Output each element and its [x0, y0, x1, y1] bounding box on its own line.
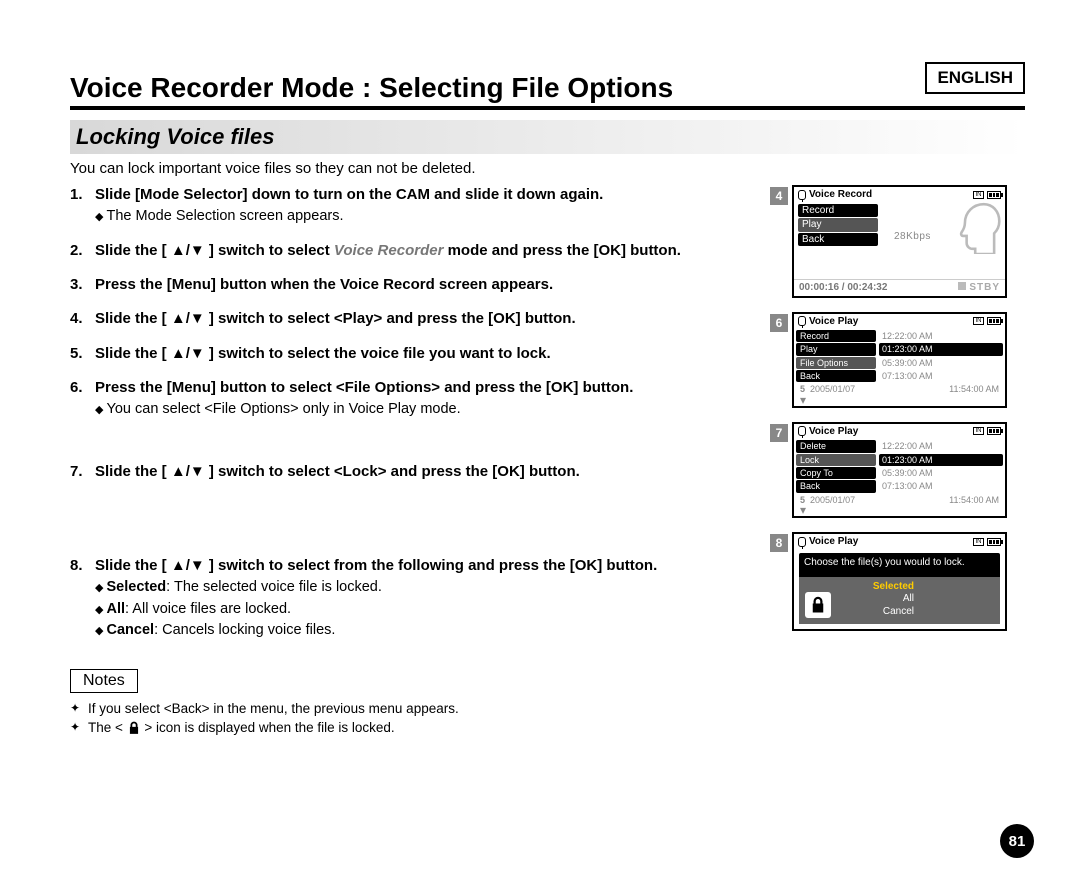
list-item[interactable]: 12:22:00 AM — [879, 330, 1003, 342]
note-1: If you select <Back> in the menu, the pr… — [70, 701, 752, 716]
step-1: Slide [Mode Selector] down to turn on th… — [70, 185, 752, 227]
lock-icon — [127, 721, 141, 736]
device-screen-7: Voice Play IN Delete Lock Copy To Back — [792, 422, 1007, 518]
menu-record[interactable]: Record — [798, 204, 878, 218]
step-4: Slide the [ ▲/▼ ] switch to select <Play… — [70, 309, 752, 329]
list-item[interactable]: 07:13:00 AM — [879, 480, 1003, 492]
chevron-down-icon[interactable]: ▾ — [796, 396, 1003, 404]
device-screen-4: Voice Record IN Record Play Back 28Kbps … — [792, 185, 1007, 298]
step-7: Slide the [ ▲/▼ ] switch to select <Lock… — [70, 462, 752, 542]
battery-icon — [987, 317, 1001, 325]
step-badge-6: 6 — [770, 314, 788, 332]
screenshots-column: 4 Voice Record IN Record Play Back 28Kbp… — [770, 185, 1025, 740]
step-2: Slide the [ ▲/▼ ] switch to select Voice… — [70, 241, 752, 261]
mic-icon — [798, 190, 806, 200]
list-item[interactable]: 5 2005/01/0711:54:00 AM — [796, 383, 1003, 395]
step-3: Press the [Menu] button when the Voice R… — [70, 275, 752, 295]
list-item[interactable]: 07:13:00 AM — [879, 370, 1003, 382]
step-6: Press the [Menu] button to select <File … — [70, 378, 752, 448]
step-6-sub: You can select <File Options> only in Vo… — [95, 400, 752, 420]
menu-back[interactable]: Back — [796, 480, 876, 492]
card-icon: IN — [973, 427, 984, 435]
lock-icon — [805, 592, 831, 618]
mic-icon — [798, 316, 806, 326]
menu-back[interactable]: Back — [796, 370, 876, 382]
chevron-down-icon[interactable]: ▾ — [796, 506, 1003, 514]
bitrate: 28Kbps — [894, 231, 931, 243]
list-item[interactable]: 05:39:00 AM — [879, 467, 1003, 479]
card-icon: IN — [973, 538, 984, 546]
battery-icon — [987, 538, 1001, 546]
step-5: Slide the [ ▲/▼ ] switch to select the v… — [70, 344, 752, 364]
device-screen-6: Voice Play IN Record Play File Options B… — [792, 312, 1007, 408]
menu-file-options[interactable]: File Options — [796, 357, 876, 369]
list-item[interactable]: 01:23:00 AM — [879, 343, 1003, 355]
step-badge-7: 7 — [770, 424, 788, 442]
step-badge-4: 4 — [770, 187, 788, 205]
step-8-opt2: All: All voice files are locked. — [95, 600, 752, 620]
step-8-opt3: Cancel: Cancels locking voice files. — [95, 621, 752, 641]
menu-play[interactable]: Play — [798, 218, 878, 232]
head-profile-icon — [946, 199, 1001, 254]
menu-lock[interactable]: Lock — [796, 454, 876, 466]
step-1-sub: The Mode Selection screen appears. — [95, 207, 752, 227]
list-item[interactable]: 01:23:00 AM — [879, 454, 1003, 466]
menu-record[interactable]: Record — [796, 330, 876, 342]
mic-icon — [798, 426, 806, 436]
page-number: 81 — [1000, 824, 1034, 858]
card-icon: IN — [973, 317, 984, 325]
intro-text: You can lock important voice files so th… — [70, 160, 1025, 177]
menu-play[interactable]: Play — [796, 343, 876, 355]
menu-copyto[interactable]: Copy To — [796, 467, 876, 479]
battery-icon — [987, 191, 1001, 199]
step-badge-8: 8 — [770, 534, 788, 552]
menu-delete[interactable]: Delete — [796, 440, 876, 452]
dialog-prompt: Choose the file(s) you would to lock. — [799, 553, 1000, 577]
list-item[interactable]: 05:39:00 AM — [879, 357, 1003, 369]
menu-back[interactable]: Back — [798, 233, 878, 247]
list-item[interactable]: 5 2005/01/0711:54:00 AM — [796, 494, 1003, 506]
notes-label: Notes — [70, 669, 138, 693]
step-8-opt1: Selected: The selected voice file is loc… — [95, 578, 752, 598]
section-subtitle: Locking Voice files — [70, 120, 1025, 154]
note-2: The < > icon is displayed when the file … — [70, 720, 752, 736]
page-title: Voice Recorder Mode : Selecting File Opt… — [70, 60, 1025, 110]
mic-icon — [798, 537, 806, 547]
language-badge: ENGLISH — [925, 62, 1025, 94]
device-screen-8: Voice Play IN Choose the file(s) you wou… — [792, 532, 1007, 632]
instructions-column: Slide [Mode Selector] down to turn on th… — [70, 185, 752, 740]
list-item[interactable]: 12:22:00 AM — [879, 440, 1003, 452]
battery-icon — [987, 427, 1001, 435]
card-icon: IN — [973, 191, 984, 199]
step-8: Slide the [ ▲/▼ ] switch to select from … — [70, 556, 752, 641]
